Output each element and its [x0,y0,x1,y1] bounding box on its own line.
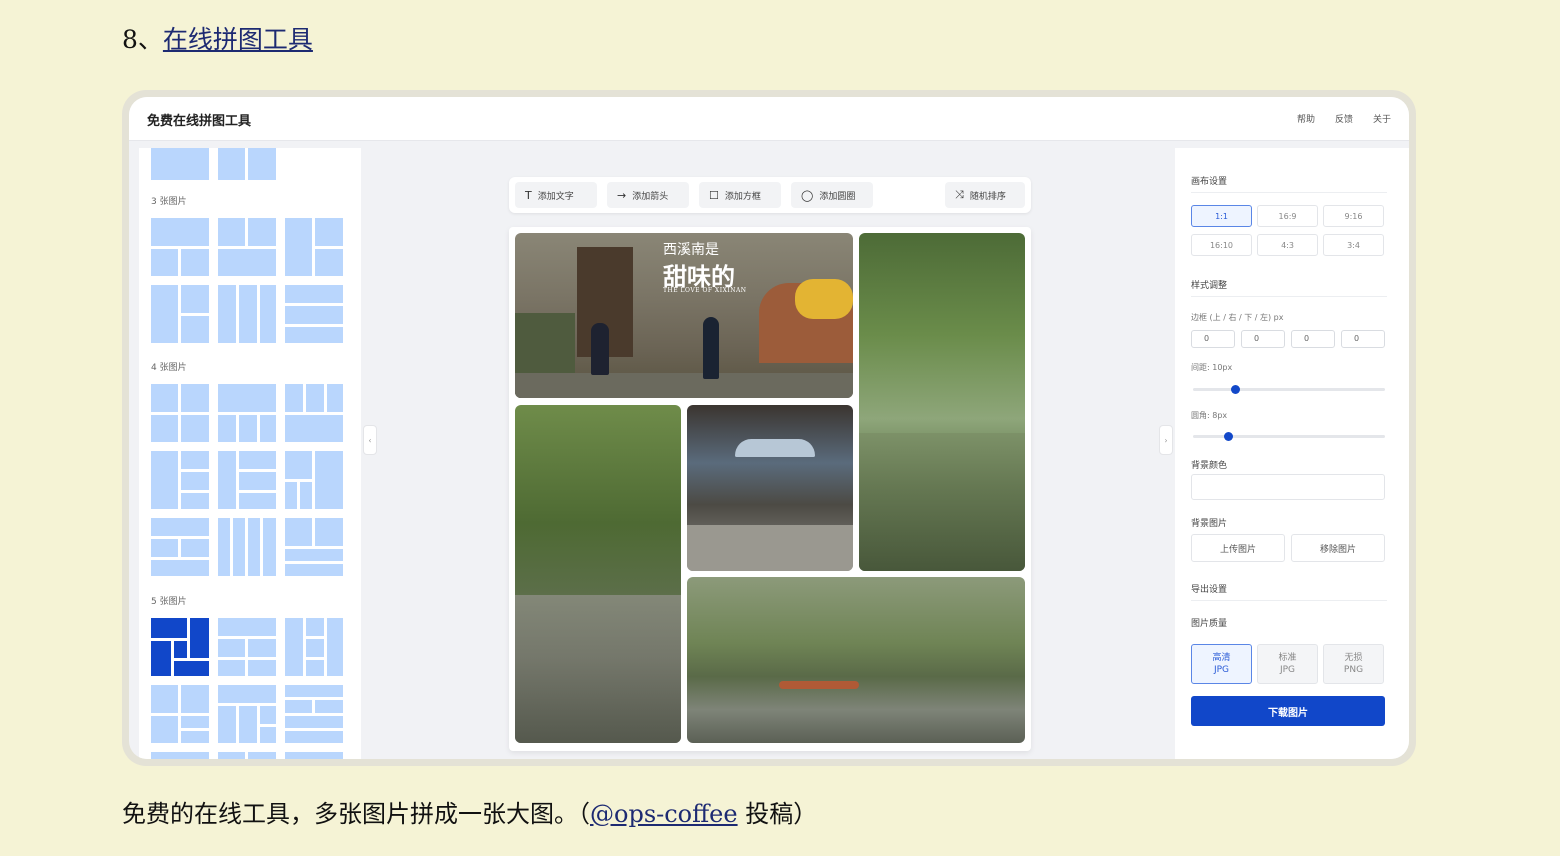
upload-image-button[interactable]: 上传图片 [1191,534,1285,562]
gap-slider-knob[interactable] [1231,385,1240,394]
add-arrow-button[interactable]: → 添加箭头 [607,182,689,208]
ratio-3-4[interactable]: 3:4 [1323,234,1384,256]
bg-color-label: 背景颜色 [1191,461,1228,471]
screenshot-frame: 免费在线拼图工具 帮助 反馈 关于 3 张图片 4 张图片 5 张图片 ‹ › … [122,90,1416,766]
tool-link[interactable]: 在线拼图工具 [163,25,313,54]
layout-tile[interactable] [151,285,209,343]
article-heading: 8、在线拼图工具 [122,22,313,58]
collage-photo-3[interactable] [515,405,681,743]
border-left-input[interactable]: 0 [1341,330,1385,348]
collage-photo-5[interactable] [687,577,1025,743]
layout-tile[interactable] [151,752,209,759]
divider [1191,192,1387,193]
nav-help[interactable]: 帮助 [1297,112,1315,125]
layout-tile[interactable] [285,752,343,759]
border-bottom-input[interactable]: 0 [1291,330,1335,348]
gap-slider[interactable] [1193,385,1385,394]
article-caption: 免费的在线工具，多张图片拼成一张大图。（@ops-coffee 投稿） [122,800,818,828]
heading-number: 8、 [122,25,163,54]
quality-hd-jpg[interactable]: 高清 JPG [1191,644,1252,684]
layout-tile[interactable] [285,518,343,576]
collage-photo-2[interactable] [859,233,1025,571]
layout-tile[interactable] [151,685,209,743]
quality-standard-jpg[interactable]: 标准 JPG [1257,644,1318,684]
layout-tile[interactable] [285,384,343,442]
square-icon: ☐ [709,188,719,202]
layout-tile[interactable] [151,384,209,442]
layout-tile[interactable] [285,451,343,509]
border-top-input[interactable]: 0 [1191,330,1235,348]
border-right-input[interactable]: 0 [1241,330,1285,348]
style-adjust-title: 样式调整 [1191,281,1228,291]
collage-app: 免费在线拼图工具 帮助 反馈 关于 3 张图片 4 张图片 5 张图片 ‹ › … [129,97,1409,759]
layout-tile[interactable] [285,218,343,276]
contributor-link[interactable]: @ops-coffee [590,800,738,828]
quality-label: 图片质量 [1191,619,1228,629]
radius-slider[interactable] [1193,432,1385,441]
remove-image-button[interactable]: 移除图片 [1291,534,1385,562]
nav-feedback[interactable]: 反馈 [1335,112,1353,125]
top-nav: 帮助 反馈 关于 [1297,112,1391,125]
layout-tile[interactable] [218,518,276,576]
bg-color-picker[interactable] [1191,474,1385,500]
ratio-9-16[interactable]: 9:16 [1323,205,1384,227]
collage-canvas: 西溪南是 甜味的 THE LOVE OF XIXINAN [509,227,1031,751]
layout-tile[interactable] [218,384,276,442]
section-label-4: 4 张图片 [151,363,187,373]
layout-tile[interactable] [151,451,209,509]
circle-icon: ◯ [801,188,814,202]
canvas-settings-title: 画布设置 [1191,177,1228,187]
canvas-toolbar: T 添加文字 → 添加箭头 ☐ 添加方框 ◯ 添加圆圈 ⤨ 随机排序 [509,177,1031,213]
text-icon: T [525,188,532,202]
bg-image-label: 背景图片 [1191,519,1228,529]
left-collapse-handle[interactable]: ‹ [363,425,377,455]
collage-photo-4[interactable] [687,405,853,571]
arrow-icon: → [617,188,627,202]
divider [1191,296,1387,297]
app-topbar: 免费在线拼图工具 帮助 反馈 关于 [129,97,1409,141]
add-text-button[interactable]: T 添加文字 [515,182,597,208]
poster-text-line1: 西溪南是 [663,242,719,258]
settings-panel: 画布设置 1:1 16:9 9:16 16:10 4:3 3:4 样式调整 边框… [1175,148,1409,759]
section-label-5: 5 张图片 [151,597,187,607]
nav-about[interactable]: 关于 [1373,112,1391,125]
layout-tile[interactable] [285,618,343,676]
layout-tile[interactable] [285,285,343,343]
layout-tile[interactable] [151,148,209,200]
export-settings-title: 导出设置 [1191,585,1228,595]
download-button[interactable]: 下载图片 [1191,696,1385,726]
ratio-16-9[interactable]: 16:9 [1257,205,1318,227]
gap-label: 间距: 10px [1191,363,1233,372]
layout-panel: 3 张图片 4 张图片 5 张图片 [139,148,361,759]
layout-tile[interactable] [218,451,276,509]
poster-text-line3: THE LOVE OF XIXINAN [663,287,747,294]
add-rect-button[interactable]: ☐ 添加方框 [699,182,781,208]
shuffle-icon: ⤨ [955,188,964,201]
layout-tile[interactable] [218,685,276,743]
border-label: 边框 (上 / 右 / 下 / 左) px [1191,313,1284,322]
layout-tile[interactable] [218,148,276,200]
layout-tile[interactable] [151,518,209,576]
section-label-3: 3 张图片 [151,197,187,207]
layout-tile[interactable] [218,752,276,759]
layout-tile[interactable] [218,218,276,276]
right-collapse-handle[interactable]: › [1159,425,1173,455]
ratio-1-1[interactable]: 1:1 [1191,205,1252,227]
layout-tile[interactable] [218,285,276,343]
shuffle-button[interactable]: ⤨ 随机排序 [945,182,1025,208]
ratio-4-3[interactable]: 4:3 [1257,234,1318,256]
app-title: 免费在线拼图工具 [147,114,252,129]
layout-tile-selected[interactable] [151,618,209,676]
collage-photo-1[interactable]: 西溪南是 甜味的 THE LOVE OF XIXINAN [515,233,853,398]
radius-slider-knob[interactable] [1224,432,1233,441]
layout-tile[interactable] [151,218,209,276]
layout-tile[interactable] [285,685,343,743]
add-circle-button[interactable]: ◯ 添加圆圈 [791,182,873,208]
ratio-16-10[interactable]: 16:10 [1191,234,1252,256]
radius-label: 圆角: 8px [1191,411,1228,420]
quality-lossless-png[interactable]: 无损 PNG [1323,644,1384,684]
layout-tile[interactable] [218,618,276,676]
divider [1191,600,1387,601]
